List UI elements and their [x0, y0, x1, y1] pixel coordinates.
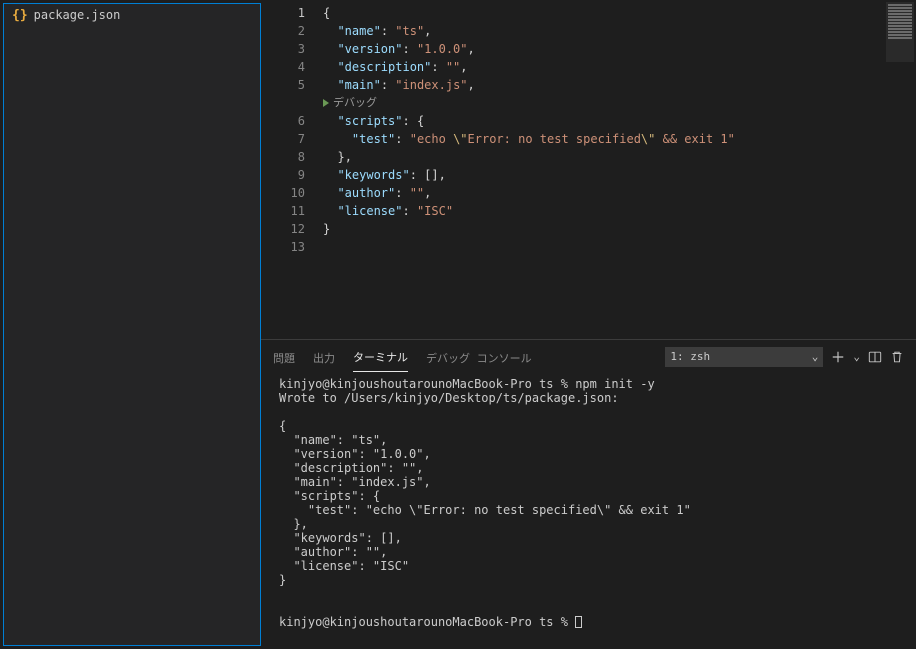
code-line: "keywords": [],: [323, 166, 735, 184]
code-line: {: [323, 4, 735, 22]
code-line: }: [323, 220, 735, 238]
chevron-down-icon: ⌄: [812, 350, 819, 363]
terminal-cursor: [575, 616, 582, 628]
chevron-down-icon[interactable]: ⌄: [853, 350, 860, 363]
panel-actions: 1: zsh ⌄ ⌄: [665, 347, 904, 367]
new-terminal-button[interactable]: [831, 350, 845, 364]
terminal-output[interactable]: kinjyo@kinjoushoutarounoMacBook-Pro ts %…: [261, 373, 916, 649]
panel-header: 問題 出力 ターミナル デバッグ コンソール 1: zsh ⌄ ⌄: [261, 340, 916, 373]
main-area: 12345678910111213 { "name": "ts", "versi…: [261, 0, 916, 649]
terminal-text: kinjyo@kinjoushoutarounoMacBook-Pro ts %…: [279, 377, 691, 629]
minimap[interactable]: [886, 2, 914, 62]
code-line: "name": "ts",: [323, 22, 735, 40]
tab-problems[interactable]: 問題: [273, 342, 295, 372]
code-line: "author": "",: [323, 184, 735, 202]
file-label: package.json: [34, 8, 121, 22]
explorer-sidebar[interactable]: {} package.json: [3, 3, 261, 646]
line-number-gutter: 12345678910111213: [261, 0, 323, 339]
code-line: [323, 238, 735, 256]
code-line: "test": "echo \"Error: no test specified…: [323, 130, 735, 148]
shell-select-label: 1: zsh: [670, 350, 710, 363]
code-line: },: [323, 148, 735, 166]
code-line: "description": "",: [323, 58, 735, 76]
terminal-shell-select[interactable]: 1: zsh ⌄: [665, 347, 823, 367]
codelens-debug[interactable]: デバッグ: [323, 94, 735, 112]
bottom-panel: 問題 出力 ターミナル デバッグ コンソール 1: zsh ⌄ ⌄: [261, 339, 916, 649]
code-line: "scripts": {: [323, 112, 735, 130]
code-line: "main": "index.js",: [323, 76, 735, 94]
json-file-icon: {}: [12, 8, 28, 23]
kill-terminal-button[interactable]: [890, 350, 904, 364]
minimap-lines: [886, 2, 914, 42]
tab-debug-console[interactable]: デバッグ コンソール: [426, 342, 532, 372]
tab-terminal[interactable]: ターミナル: [353, 341, 408, 372]
tab-output[interactable]: 出力: [313, 342, 335, 372]
play-icon: [323, 99, 329, 107]
code-line: "version": "1.0.0",: [323, 40, 735, 58]
codelens-label: デバッグ: [333, 94, 377, 112]
code-editor[interactable]: 12345678910111213 { "name": "ts", "versi…: [261, 0, 916, 339]
file-item-package-json[interactable]: {} package.json: [4, 4, 260, 26]
split-terminal-button[interactable]: [868, 350, 882, 364]
code-line: "license": "ISC": [323, 202, 735, 220]
code-content[interactable]: { "name": "ts", "version": "1.0.0", "des…: [323, 0, 735, 339]
